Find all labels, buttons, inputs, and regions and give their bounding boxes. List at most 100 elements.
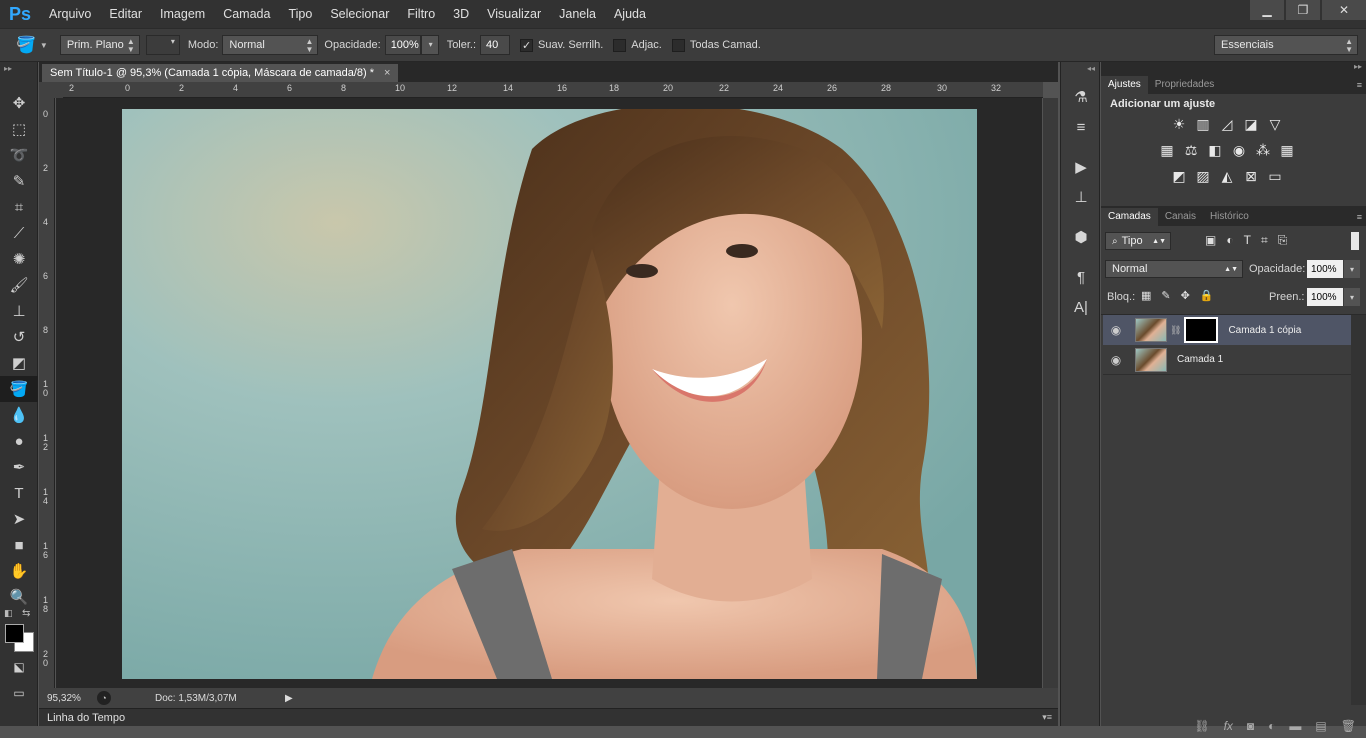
- paragraph-icon[interactable]: ¶: [1061, 262, 1101, 292]
- pen-tool-icon[interactable]: ✒: [0, 454, 38, 480]
- chevron-down-icon[interactable]: ▾: [1344, 288, 1360, 306]
- adjustment-filter-icon[interactable]: ◐: [1226, 233, 1233, 248]
- move-tool-icon[interactable]: ✥: [0, 90, 38, 116]
- threshold-icon[interactable]: ◭: [1218, 168, 1236, 184]
- blend-mode-dropdown[interactable]: Normal ▲ ▼: [222, 35, 319, 55]
- menu-item-8[interactable]: Visualizar: [478, 0, 550, 28]
- layer-filter-dropdown[interactable]: ⌕ Tipo ▲▼: [1105, 232, 1171, 250]
- panel-menu-icon[interactable]: ▾≡: [1042, 712, 1052, 723]
- link-layers-icon[interactable]: ⛓: [1194, 719, 1209, 733]
- screen-mode-icon[interactable]: ▭: [0, 680, 38, 706]
- document-image[interactable]: [122, 109, 977, 679]
- new-adjustment-icon[interactable]: ◐: [1268, 719, 1275, 733]
- menu-item-10[interactable]: Ajuda: [605, 0, 655, 28]
- brush-tool-icon[interactable]: 🖌: [0, 272, 38, 298]
- character-icon[interactable]: A|: [1061, 292, 1101, 322]
- anti-alias-checkbox[interactable]: ✓: [520, 38, 534, 52]
- menu-item-6[interactable]: Filtro: [398, 0, 444, 28]
- path-selection-tool-icon[interactable]: ➤: [0, 506, 38, 532]
- curves-icon[interactable]: ◿: [1218, 116, 1236, 132]
- zoom-tool-icon[interactable]: 🔍: [0, 584, 38, 610]
- new-layer-icon[interactable]: ▤: [1315, 719, 1326, 733]
- actions-play-icon[interactable]: ▶: [1061, 152, 1101, 182]
- layer-name[interactable]: Camada 1: [1177, 354, 1223, 365]
- tab-ajustes[interactable]: Ajustes: [1101, 76, 1148, 94]
- eraser-tool-icon[interactable]: ◩: [0, 350, 38, 376]
- color-lookup-icon[interactable]: ▦: [1278, 142, 1296, 158]
- trash-icon[interactable]: 🗑: [1341, 719, 1356, 733]
- paint-bucket-tool-icon[interactable]: 🪣: [0, 376, 38, 402]
- hand-tool-icon[interactable]: ✋: [0, 558, 38, 584]
- visibility-eye-icon[interactable]: ◉: [1103, 323, 1129, 337]
- invert-icon[interactable]: ◩: [1170, 168, 1188, 184]
- color-balance-icon[interactable]: ⚖: [1182, 142, 1200, 158]
- lock-all-icon[interactable]: 🔒: [1200, 289, 1214, 302]
- foreground-color-swatch[interactable]: [5, 624, 24, 643]
- 3d-cube-icon[interactable]: ⬢: [1061, 222, 1101, 252]
- fx-icon[interactable]: fx: [1224, 719, 1233, 733]
- minimize-button[interactable]: ▁: [1250, 0, 1284, 20]
- layer-opacity-field[interactable]: 100%: [1307, 260, 1343, 278]
- quick-mask-icon[interactable]: ⬕: [0, 654, 38, 680]
- gradient-map-icon[interactable]: ▭: [1266, 168, 1284, 184]
- restore-button[interactable]: ❐: [1286, 0, 1320, 20]
- crop-tool-icon[interactable]: ⌗: [0, 194, 38, 220]
- collapse-icon[interactable]: ▸▸: [0, 62, 37, 90]
- menu-item-0[interactable]: Arquivo: [40, 0, 100, 28]
- blur-tool-icon[interactable]: 💧: [0, 402, 38, 428]
- clone-source-icon[interactable]: ⊥: [1061, 182, 1101, 212]
- add-mask-icon[interactable]: ◙: [1247, 719, 1254, 733]
- brush-settings-icon[interactable]: ≡: [1061, 112, 1101, 142]
- lasso-tool-icon[interactable]: ➰: [0, 142, 38, 168]
- tab-propriedades[interactable]: Propriedades: [1148, 76, 1221, 94]
- menu-item-3[interactable]: Camada: [214, 0, 279, 28]
- quick-selection-tool-icon[interactable]: ✎: [0, 168, 38, 194]
- menu-item-7[interactable]: 3D: [444, 0, 478, 28]
- tab-camadas[interactable]: Camadas: [1101, 208, 1158, 226]
- photo-filter-icon[interactable]: ◉: [1230, 142, 1248, 158]
- smart-object-filter-icon[interactable]: ⎘: [1278, 233, 1288, 248]
- layer-fill-field[interactable]: 100%: [1307, 288, 1343, 306]
- lock-transparency-icon[interactable]: ▦: [1141, 289, 1151, 302]
- levels-icon[interactable]: ▥: [1194, 116, 1212, 132]
- menu-item-4[interactable]: Tipo: [279, 0, 321, 28]
- selective-color-icon[interactable]: ⊠: [1242, 168, 1260, 184]
- tolerance-field[interactable]: 40: [480, 35, 511, 55]
- all-layers-checkbox[interactable]: [671, 38, 685, 52]
- layer-blend-mode-dropdown[interactable]: Normal ▲▼: [1105, 260, 1243, 278]
- pattern-picker[interactable]: ▾: [145, 35, 180, 55]
- fill-source-dropdown[interactable]: Prim. Plano ▲ ▼: [59, 35, 140, 55]
- paint-bucket-tool-icon[interactable]: 🪣: [16, 35, 36, 55]
- expand-dock-icon[interactable]: ◂◂: [1061, 62, 1099, 82]
- black-white-icon[interactable]: ◧: [1206, 142, 1224, 158]
- new-group-icon[interactable]: ▬: [1289, 719, 1301, 733]
- brush-presets-icon[interactable]: ⚗: [1061, 82, 1101, 112]
- layer-name[interactable]: Camada 1 cópia: [1228, 325, 1301, 336]
- opacity-slider-button[interactable]: ▾: [420, 35, 439, 55]
- clone-stamp-tool-icon[interactable]: ⊥: [0, 298, 38, 324]
- layer-mask-thumbnail[interactable]: [1184, 317, 1219, 343]
- visibility-eye-icon[interactable]: ◉: [1103, 353, 1129, 367]
- hue-saturation-icon[interactable]: ▦: [1158, 142, 1176, 158]
- channel-mixer-icon[interactable]: ⁂: [1254, 142, 1272, 158]
- vertical-scrollbar[interactable]: [1043, 98, 1058, 688]
- opacity-field[interactable]: 100%: [384, 35, 421, 55]
- swap-colors-icon[interactable]: ⇆: [22, 608, 30, 619]
- panel-menu-icon[interactable]: ≡: [1357, 208, 1362, 226]
- default-colors-icon[interactable]: ◧: [4, 608, 13, 619]
- collapse-panels-icon[interactable]: ▸▸: [1101, 62, 1366, 74]
- status-menu-arrow-icon[interactable]: ▶: [285, 693, 293, 704]
- tab-historico[interactable]: Histórico: [1203, 208, 1256, 226]
- vibrance-icon[interactable]: ▽: [1266, 116, 1284, 132]
- type-tool-icon[interactable]: T: [0, 480, 38, 506]
- lock-position-icon[interactable]: ✥: [1181, 289, 1190, 302]
- filter-toggle[interactable]: [1351, 232, 1359, 250]
- type-filter-icon[interactable]: T: [1244, 233, 1251, 248]
- menu-item-9[interactable]: Janela: [550, 0, 605, 28]
- brightness-contrast-icon[interactable]: ☀: [1170, 116, 1188, 132]
- eyedropper-tool-icon[interactable]: ⟋: [0, 220, 38, 246]
- timeline-tab[interactable]: Linha do Tempo: [47, 712, 125, 724]
- healing-brush-tool-icon[interactable]: ✺: [0, 246, 38, 272]
- history-brush-tool-icon[interactable]: ↺: [0, 324, 38, 350]
- close-window-button[interactable]: ✕: [1322, 0, 1366, 20]
